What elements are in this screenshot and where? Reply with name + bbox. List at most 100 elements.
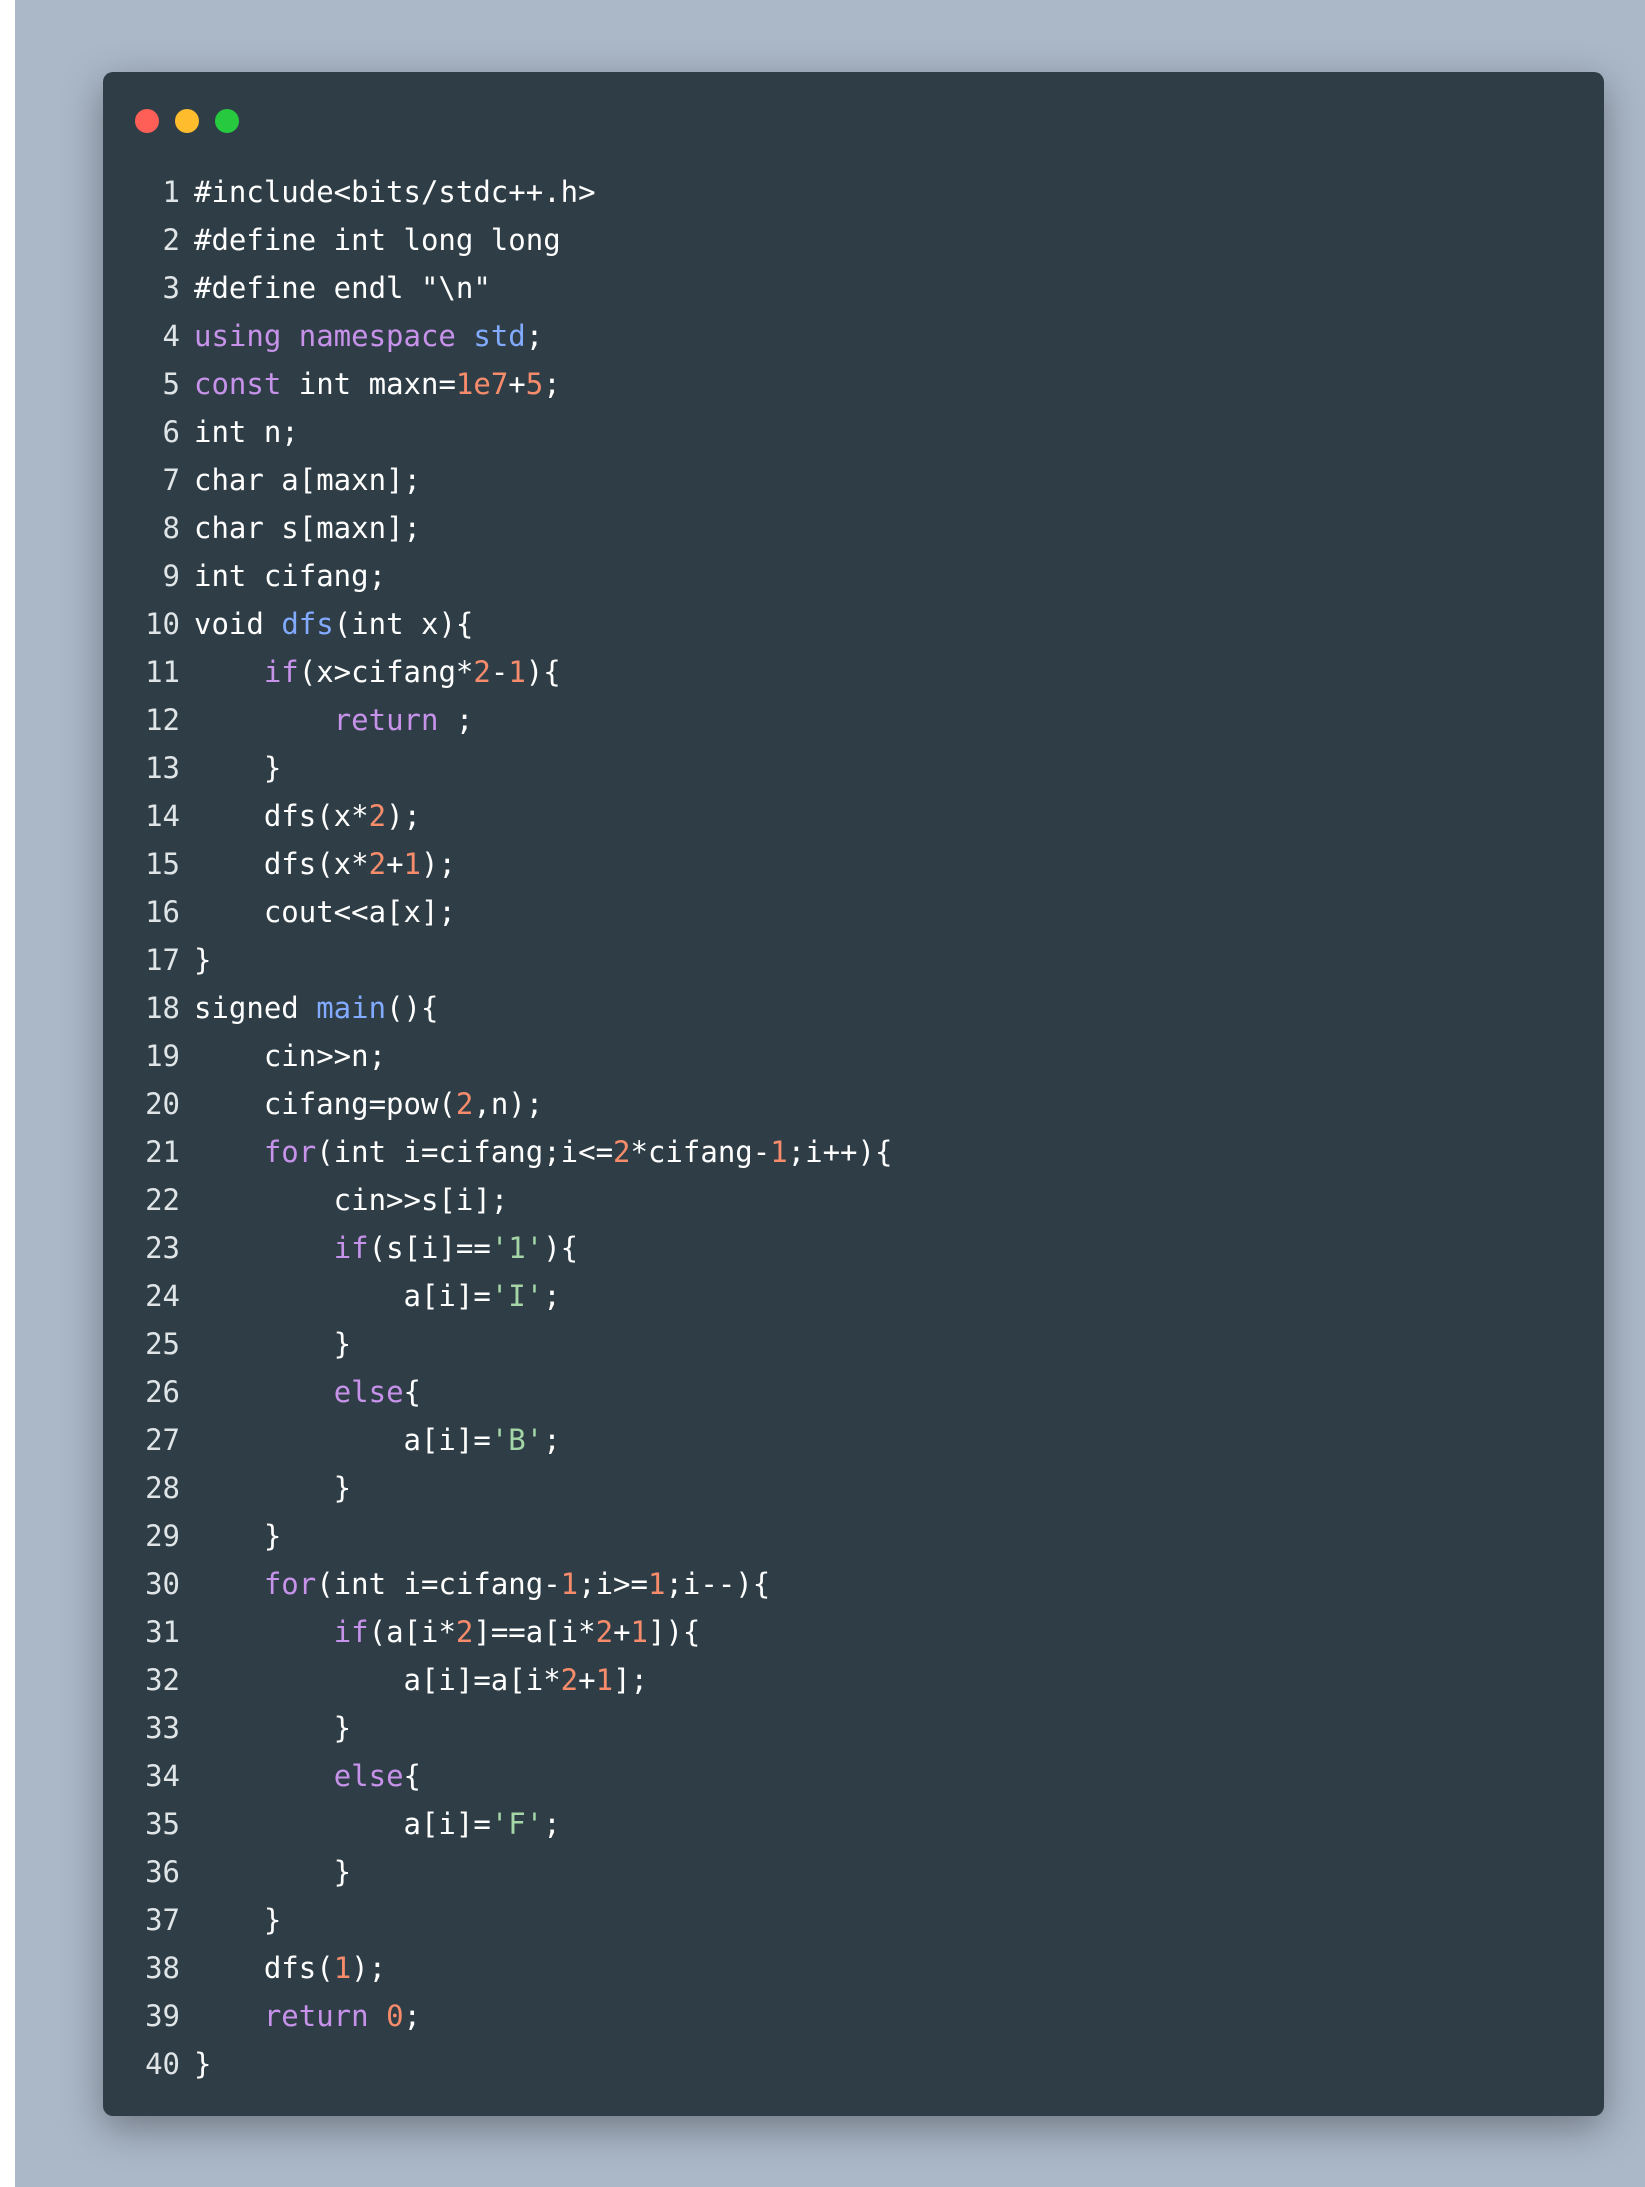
code-line: 40} (103, 2040, 1604, 2088)
code-token: dfs( (194, 1951, 334, 1985)
line-code: for(int i=cifang-1;i>=1;i--){ (180, 1560, 770, 1608)
line-code: } (180, 1848, 351, 1896)
code-token: ; (543, 1279, 561, 1313)
line-code: cin>>s[i]; (180, 1176, 509, 1224)
code-token: return (333, 703, 439, 737)
line-code: } (180, 1320, 351, 1368)
code-line: 28 } (103, 1464, 1604, 1512)
code-token: 1 (647, 1567, 666, 1601)
line-number: 26 (145, 1375, 180, 1409)
line-number: 6 (162, 415, 180, 449)
code-token: dfs (281, 607, 334, 641)
line-number: 27 (145, 1423, 180, 1457)
line-code: cout<<a[x]; (180, 888, 456, 936)
code-token: + (578, 1663, 596, 1697)
code-token: cout<<a[x]; (194, 895, 456, 929)
line-number: 2 (162, 223, 180, 257)
line-code: int cifang; (180, 552, 386, 600)
line-number: 7 (162, 463, 180, 497)
code-token: 1 (508, 655, 526, 689)
line-code: } (180, 744, 281, 792)
code-token: (int i=cifang- (316, 1567, 561, 1601)
code-token: { (403, 1759, 421, 1793)
minimize-dot-icon[interactable] (175, 109, 199, 133)
line-code: dfs(x*2+1); (180, 840, 456, 888)
code-token: cin>>n; (194, 1039, 387, 1073)
line-number: 31 (145, 1615, 180, 1649)
code-token: signed (194, 991, 317, 1025)
code-line: 15 dfs(x*2+1); (103, 840, 1604, 888)
line-number: 15 (145, 847, 180, 881)
line-number: 29 (145, 1519, 180, 1553)
code-token: 1 (630, 1615, 649, 1649)
line-number: 33 (145, 1711, 180, 1745)
code-token: for (263, 1567, 317, 1601)
code-token: ); (386, 799, 421, 833)
code-token: } (194, 1855, 352, 1889)
code-token: 2 (560, 1663, 579, 1697)
code-token: } (194, 751, 282, 785)
code-token: 2 (368, 799, 387, 833)
code-token: if (333, 1615, 369, 1649)
maximize-dot-icon[interactable] (215, 109, 239, 133)
line-number: 8 (162, 511, 180, 545)
code-token: for (263, 1135, 317, 1169)
line-code: } (180, 2040, 211, 2088)
code-token: (s[i]== (368, 1231, 491, 1265)
page-backdrop: 1 #include<bits/stdc++.h> 2 #define int lon… (15, 0, 1645, 2187)
code-token: 1 (770, 1135, 788, 1169)
code-token: #define endl "\n" (194, 271, 491, 305)
line-code: } (180, 1704, 351, 1752)
line-code: void dfs(int x){ (180, 600, 473, 648)
line-code: a[i]='B'; (180, 1416, 561, 1464)
code-token: ; (543, 1423, 561, 1457)
line-number: 5 (162, 367, 180, 401)
code-token: char s[maxn]; (194, 511, 421, 545)
line-code: return 0; (180, 1992, 421, 2040)
code-line: 21 for(int i=cifang;i<=2*cifang-1;i++){ (103, 1128, 1604, 1176)
line-code: const int maxn=1e7+5; (180, 360, 561, 408)
code-token: } (194, 943, 212, 977)
code-token: ;i++){ (787, 1135, 893, 1169)
code-token: 'I' (490, 1279, 544, 1313)
line-number: 23 (145, 1231, 180, 1265)
code-line: 6 int n; (103, 408, 1604, 456)
code-token: 0 (386, 1999, 404, 2033)
code-token: ]){ (648, 1615, 701, 1649)
line-number: 18 (145, 991, 180, 1025)
code-line: 34 else{ (103, 1752, 1604, 1800)
code-token: dfs(x* (194, 847, 369, 881)
line-number: 14 (145, 799, 180, 833)
code-token: { (403, 1375, 421, 1409)
code-token: a[i]=a[i* (194, 1663, 561, 1697)
code-token: using namespace (194, 319, 474, 353)
code-line: 4 using namespace std; (103, 312, 1604, 360)
close-dot-icon[interactable] (135, 109, 159, 133)
code-line: 31 if(a[i*2]==a[i*2+1]){ (103, 1608, 1604, 1656)
code-line: 36 } (103, 1848, 1604, 1896)
code-token: 'F' (490, 1807, 544, 1841)
code-token: 1 (560, 1567, 579, 1601)
line-number: 11 (145, 655, 180, 689)
line-code: if(x>cifang*2-1){ (180, 648, 561, 696)
code-token: cin>>s[i]; (194, 1183, 509, 1217)
code-line: 14 dfs(x*2); (103, 792, 1604, 840)
code-token: ; (543, 1807, 561, 1841)
line-code: for(int i=cifang;i<=2*cifang-1;i++){ (180, 1128, 893, 1176)
code-token: 'B' (490, 1423, 544, 1457)
code-token: ){ (525, 655, 561, 689)
line-number: 34 (145, 1759, 180, 1793)
code-line: 10 void dfs(int x){ (103, 600, 1604, 648)
code-token: ; (525, 319, 544, 353)
line-number: 39 (145, 1999, 180, 2033)
code-token: a[i]= (194, 1423, 491, 1457)
line-code: char a[maxn]; (180, 456, 421, 504)
code-token: ; (543, 367, 561, 401)
code-token: 1 (595, 1663, 614, 1697)
code-token: '1' (490, 1231, 544, 1265)
code-line: 1 #include<bits/stdc++.h> (103, 168, 1604, 216)
